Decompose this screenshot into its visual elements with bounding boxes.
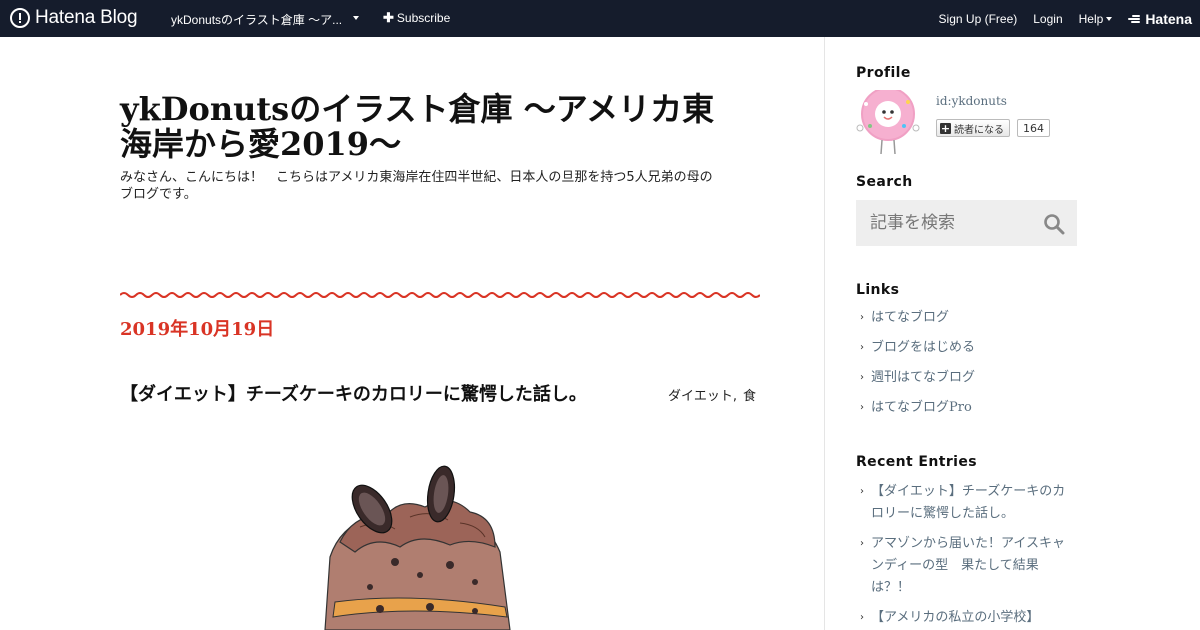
list-item[interactable]: › 【アメリカの私立の小学校】 — [856, 607, 1068, 629]
list-item[interactable]: › 【ダイエット】チーズケーキのカロリーに驚愕した話し。 — [856, 481, 1068, 525]
hatena-brand-link[interactable]: Hatena — [1128, 11, 1192, 27]
chevron-right-icon: › — [860, 486, 864, 497]
chevron-down-icon — [1106, 17, 1113, 21]
entry-date[interactable]: 2019年10月19日 — [120, 315, 274, 341]
sidebar: Profile id:ykdonuts + 読者になる 164 Search L… — [856, 37, 1078, 630]
profile-heading: Profile — [856, 65, 911, 81]
recent-entry-label: 【アメリカの私立の小学校】 — [871, 610, 1040, 625]
search-icon[interactable] — [1043, 213, 1065, 235]
list-item[interactable]: › はてなブログ — [856, 308, 1078, 338]
cake-illustration — [324, 465, 511, 630]
hatena-blog-logo[interactable]: Hatena Blog — [10, 7, 138, 29]
top-navbar: Hatena Blog ykDonutsのイラスト倉庫 ～ア... ✚ Subs… — [0, 0, 1200, 37]
list-item[interactable]: › 週刊はてなブログ — [856, 368, 1078, 398]
login-link[interactable]: Login — [1033, 12, 1062, 26]
links-list: › はてなブログ › ブログをはじめる › 週刊はてなブログ › はてなブログPro — [856, 308, 1078, 428]
list-item[interactable]: › アマゾンから届いた！アイスキャンディーの型 果たして結果は？！ — [856, 533, 1068, 599]
chevron-right-icon: › — [860, 312, 864, 323]
main-column: ykDonutsのイラスト倉庫 ～アメリカ東海岸から愛2019～ みなさん、こん… — [0, 37, 824, 630]
chevron-down-icon[interactable] — [353, 16, 359, 20]
hatena-speedlines-icon — [1128, 14, 1142, 24]
blog-description: みなさん、こんにちは！ こちらはアメリカ東海岸在住四半世紀、日本人の旦那を持つ5… — [120, 170, 713, 202]
chevron-right-icon: › — [860, 342, 864, 353]
link-label: はてなブログ — [871, 310, 950, 325]
link-label: ブログをはじめる — [871, 340, 976, 355]
subscribe-label: Subscribe — [396, 11, 451, 25]
signup-link[interactable]: Sign Up (Free) — [939, 12, 1018, 26]
recent-entries-list: › 【ダイエット】チーズケーキのカロリーに驚愕した話し。 › アマゾンから届いた！ア… — [856, 481, 1068, 630]
hatena-brand-text: Hatena — [1145, 11, 1192, 27]
link-label: 週刊はてなブログ — [871, 370, 976, 385]
nav-right-links: Sign Up (Free) Login Help Hatena — [923, 11, 1192, 27]
hatena-exclamation-icon — [10, 8, 30, 28]
category-link[interactable]: 食 — [743, 389, 756, 404]
list-item[interactable]: › ブログをはじめる — [856, 338, 1078, 368]
chevron-right-icon: › — [860, 538, 864, 549]
chevron-right-icon: › — [860, 612, 864, 623]
help-label: Help — [1078, 12, 1104, 26]
recent-entry-label: アマゾンから届いた！アイスキャンディーの型 果たして結果は？！ — [871, 536, 1065, 595]
become-reader-button[interactable]: + 読者になる — [936, 119, 1010, 137]
profile-id-link[interactable]: id:ykdonuts — [936, 94, 1007, 108]
subscribe-button[interactable]: ✚ Subscribe — [383, 11, 450, 25]
reader-button-label: 読者になる — [954, 124, 1004, 136]
recent-entry-label: 【ダイエット】チーズケーキのカロリーに驚愕した話し。 — [871, 484, 1066, 521]
help-menu[interactable]: Help — [1079, 12, 1113, 26]
entry-categories: ダイエット, 食 — [668, 385, 756, 404]
category-separator: , — [732, 389, 738, 404]
search-input[interactable] — [856, 200, 1036, 246]
link-label: はてなブログPro — [871, 400, 972, 415]
wavy-divider — [120, 292, 760, 298]
plus-icon: + — [940, 121, 951, 135]
chevron-right-icon: › — [860, 372, 864, 383]
reader-count[interactable]: 164 — [1017, 119, 1050, 137]
search-box — [856, 200, 1077, 246]
nav-blog-title-dropdown[interactable]: ykDonutsのイラスト倉庫 ～ア... — [171, 11, 342, 28]
links-heading: Links — [856, 282, 900, 298]
blog-title[interactable]: ykDonutsのイラスト倉庫 ～アメリカ東海岸から愛2019～ — [120, 92, 740, 162]
recent-entries-heading: Recent Entries — [856, 454, 977, 470]
chevron-right-icon: › — [860, 402, 864, 413]
logo-text: Hatena Blog — [35, 7, 138, 28]
donut-avatar[interactable] — [856, 90, 920, 156]
plus-icon: ✚ — [383, 10, 394, 25]
list-item[interactable]: › はてなブログPro — [856, 398, 1078, 428]
search-heading: Search — [856, 174, 913, 190]
column-divider — [824, 37, 825, 630]
entry-title[interactable]: 【ダイエット】チーズケーキのカロリーに驚愕した話し。 — [120, 380, 587, 406]
category-link[interactable]: ダイエット — [668, 389, 733, 404]
